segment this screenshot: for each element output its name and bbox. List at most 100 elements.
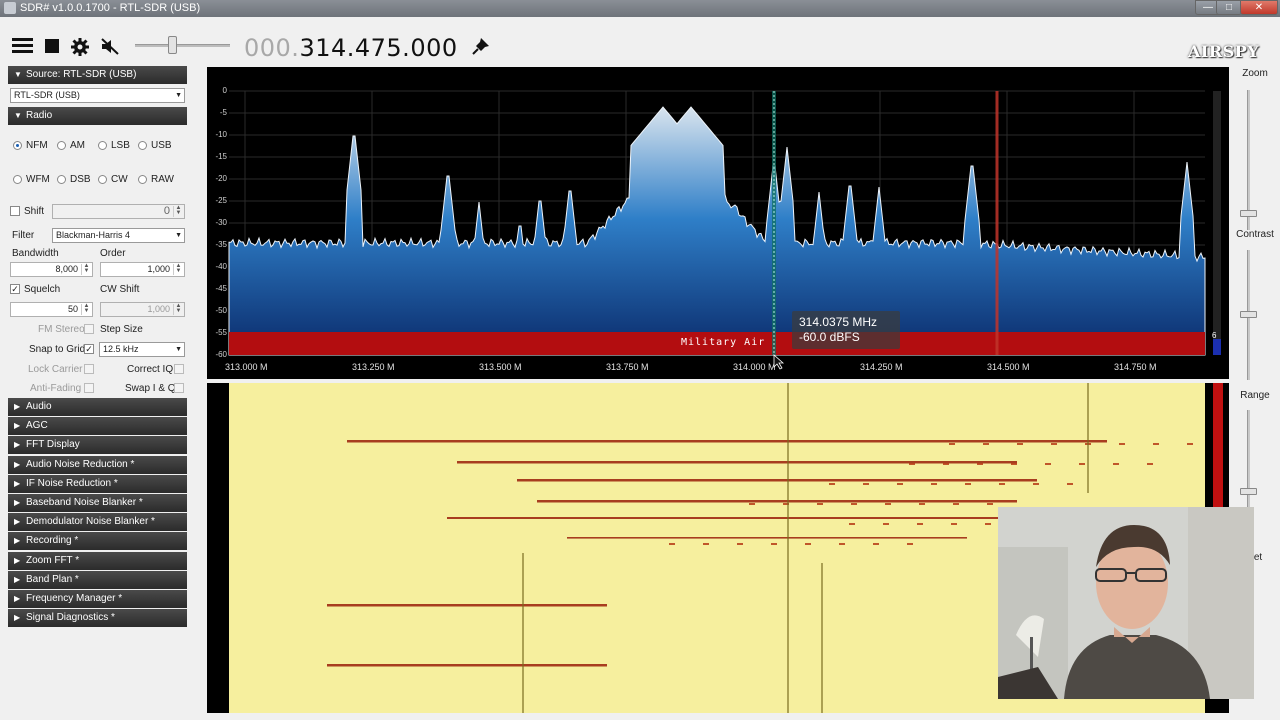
signal-blip	[1153, 443, 1159, 445]
frequency-value[interactable]: 314.475.000	[299, 34, 457, 62]
signal-blip	[1119, 443, 1125, 445]
mode-label-dsb: DSB	[70, 174, 91, 185]
zoom-slider-track[interactable]	[1247, 90, 1250, 230]
range-slider-track[interactable]	[1247, 410, 1250, 510]
mode-label-lsb: LSB	[111, 140, 130, 151]
scale-marker: 6	[1212, 331, 1217, 340]
section-header-fft-display[interactable]: ▶ FFT Display	[8, 436, 187, 455]
section-header-recording[interactable]: ▶ Recording *	[8, 532, 187, 551]
signal-blip	[1011, 463, 1017, 465]
spectrum-analyzer[interactable]: 0 -5 -10 -15 -20 -25 -30 -35 -40 -45 -50 -55 -60 313…	[207, 67, 1229, 379]
swap-iq-label: Swap I & Q	[125, 383, 176, 394]
step-size-select[interactable]: 12.5 kHz ▼	[99, 342, 185, 357]
spectrum-trace	[228, 106, 1206, 356]
correct-iq-label: Correct IQ	[127, 364, 174, 375]
squelch-checkbox[interactable]: ✓	[10, 284, 20, 294]
expand-arrow-icon: ▶	[14, 594, 21, 603]
signal-blip	[1045, 463, 1051, 465]
shift-checkbox[interactable]	[10, 206, 20, 216]
squelch-input[interactable]: 50 ▲ ▼	[10, 302, 93, 317]
mode-radio-raw[interactable]	[138, 175, 147, 184]
stop-icon[interactable]	[45, 39, 59, 53]
signal-blip	[987, 503, 993, 505]
mode-radio-cw[interactable]	[98, 175, 107, 184]
signal-blip	[1067, 483, 1073, 485]
correct-iq-checkbox[interactable]	[174, 364, 184, 374]
signal-blip	[977, 463, 983, 465]
range-slider-thumb[interactable]	[1240, 488, 1257, 495]
menu-icon[interactable]	[12, 38, 33, 54]
order-label: Order	[100, 248, 126, 259]
signal-blip	[873, 543, 879, 545]
collapse-arrow-icon: ▼	[14, 70, 22, 79]
spectrum-plot[interactable]	[207, 67, 1229, 379]
window-titlebar[interactable]: SDR# v1.0.0.1700 - RTL-SDR (USB) — □ ✕	[0, 0, 1280, 17]
zoom-slider-thumb[interactable]	[1240, 210, 1257, 217]
close-button[interactable]: ✕	[1240, 0, 1278, 15]
y-tick-label: -60	[215, 350, 227, 359]
section-header-frequency-manager[interactable]: ▶ Frequency Manager *	[8, 590, 187, 608]
signal-blip	[1187, 443, 1193, 445]
cw-shift-input[interactable]: 1,000 ▲ ▼	[100, 302, 185, 317]
gear-icon[interactable]	[70, 37, 90, 57]
lock-carrier-checkbox[interactable]	[84, 364, 94, 374]
range-label: Range	[1240, 390, 1270, 401]
filter-label: Filter	[12, 230, 35, 241]
volume-slider-track[interactable]	[135, 44, 230, 47]
spinner-arrows-icon[interactable]: ▲ ▼	[81, 303, 91, 315]
mute-speaker-icon[interactable]	[101, 38, 119, 55]
signal-blip	[1051, 443, 1057, 445]
mode-radio-wfm[interactable]	[13, 175, 22, 184]
mode-radio-dsb[interactable]	[57, 175, 66, 184]
expand-arrow-icon: ▶	[14, 421, 21, 431]
snap-to-grid-checkbox[interactable]: ✓	[84, 344, 94, 354]
frequency-display[interactable]: 000.314.475.000	[244, 34, 458, 62]
x-tick-label: 314.500 M	[987, 362, 1030, 372]
section-header-demodulator-noise-blanker[interactable]: ▶ Demodulator Noise Blanker *	[8, 513, 187, 532]
contrast-slider-thumb[interactable]	[1240, 311, 1257, 318]
section-header-agc[interactable]: ▶ AGC	[8, 417, 187, 436]
fm-stereo-checkbox[interactable]	[84, 324, 94, 334]
mouse-cursor-icon	[773, 354, 785, 370]
anti-fading-checkbox[interactable]	[84, 383, 94, 393]
spinner-arrows-icon[interactable]: ▲ ▼	[173, 263, 183, 275]
source-device-select[interactable]: RTL-SDR (USB) ▼	[10, 88, 185, 103]
collapse-arrow-icon: ▼	[14, 111, 22, 120]
mode-radio-am[interactable]	[57, 141, 66, 150]
signal-blip	[917, 523, 923, 525]
radio-section-header[interactable]: ▼ Radio	[8, 107, 187, 125]
source-section-header[interactable]: ▼ Source: RTL-SDR (USB)	[8, 66, 187, 84]
maximize-button[interactable]: □	[1216, 0, 1242, 15]
order-input[interactable]: 1,000 ▲ ▼	[100, 262, 185, 277]
y-tick-label: -35	[215, 240, 227, 249]
shift-input[interactable]: 0 ▲ ▼	[52, 204, 185, 219]
section-header-band-plan[interactable]: ▶ Band Plan *	[8, 570, 187, 589]
section-header-audio-noise-reduction[interactable]: ▶ Audio Noise Reduction *	[8, 455, 187, 474]
spinner-arrows-icon[interactable]: ▲ ▼	[173, 303, 183, 315]
filter-select[interactable]: Blackman-Harris 4 ▼	[52, 228, 185, 243]
mode-radio-lsb[interactable]	[98, 141, 107, 150]
section-header-zoom-fft[interactable]: ▶ Zoom FFT *	[8, 551, 187, 570]
spinner-arrows-icon[interactable]: ▲ ▼	[173, 205, 183, 217]
x-tick-label: 314.750 M	[1114, 362, 1157, 372]
signal-blip	[1017, 443, 1023, 445]
section-header-audio[interactable]: ▶ Audio	[8, 398, 187, 416]
mode-radio-usb[interactable]	[138, 141, 147, 150]
signal-blip	[999, 483, 1005, 485]
mode-radio-nfm[interactable]	[13, 141, 22, 150]
section-header-signal-diagnostics[interactable]: ▶ Signal Diagnostics *	[8, 609, 187, 628]
swap-iq-checkbox[interactable]	[174, 383, 184, 393]
volume-slider-thumb[interactable]	[168, 36, 177, 54]
signal-blip	[943, 463, 949, 465]
x-tick-label: 313.750 M	[606, 362, 649, 372]
section-header-baseband-noise-blanker[interactable]: ▶ Baseband Noise Blanker *	[8, 494, 187, 512]
mode-label-am: AM	[70, 140, 85, 151]
frequency-tooltip: 314.0375 MHz -60.0 dBFS	[792, 311, 900, 349]
spinner-arrows-icon[interactable]: ▲ ▼	[81, 263, 91, 275]
signal-blip	[883, 523, 889, 525]
pin-icon[interactable]	[472, 37, 490, 55]
section-header-if-noise-reduction[interactable]: ▶ IF Noise Reduction *	[8, 474, 187, 493]
bandwidth-input[interactable]: 8,000 ▲ ▼	[10, 262, 93, 277]
signal-blip	[907, 543, 913, 545]
cw-shift-label: CW Shift	[100, 284, 140, 295]
